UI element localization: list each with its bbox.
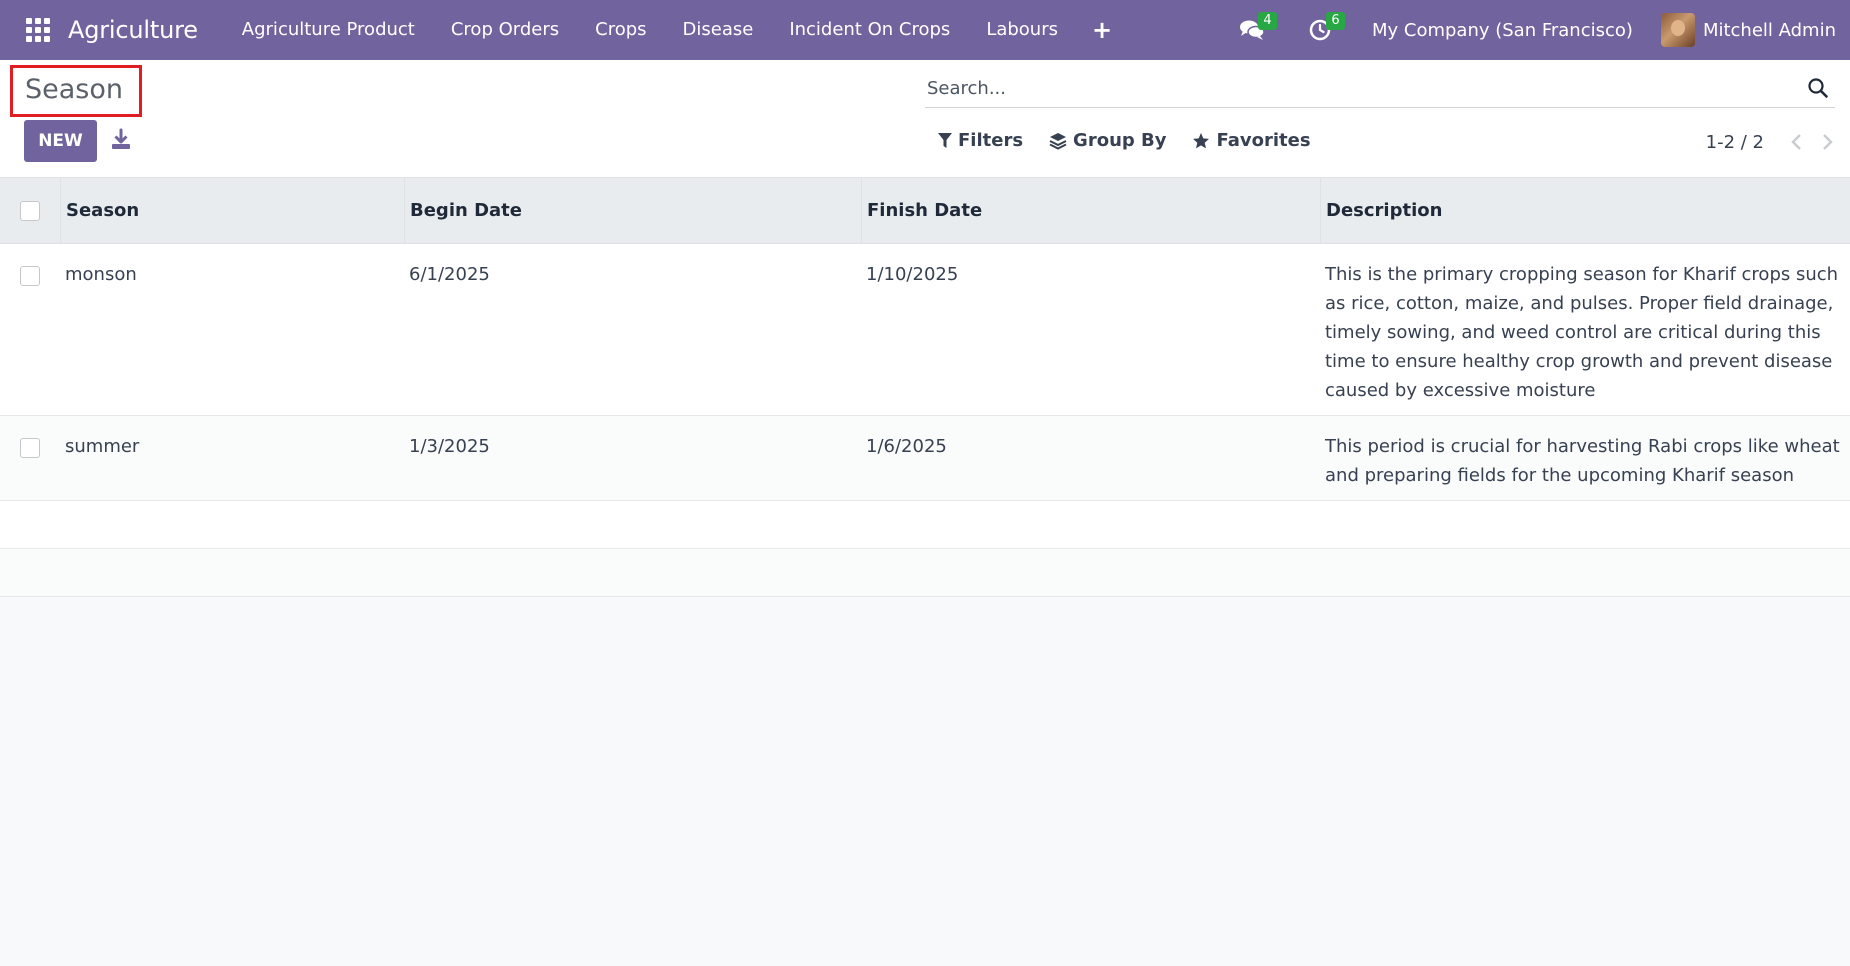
table-header: Season Begin Date Finish Date Descriptio… xyxy=(0,177,1850,244)
search-bar xyxy=(925,70,1835,108)
select-all-cell xyxy=(0,178,60,243)
cell-description: This is the primary cropping season for … xyxy=(1325,264,1839,401)
cell-season: summer xyxy=(65,436,140,457)
messages-button[interactable]: 4 xyxy=(1236,12,1277,46)
user-menu[interactable]: Mitchell Admin xyxy=(1660,13,1836,47)
menu-item-crops[interactable]: Crops xyxy=(577,0,664,60)
activities-button[interactable]: 6 xyxy=(1304,12,1345,46)
activities-badge: 6 xyxy=(1325,12,1345,30)
company-switcher[interactable]: My Company (San Francisco) xyxy=(1372,20,1633,41)
search-icon[interactable] xyxy=(1807,77,1829,99)
column-header-season[interactable]: Season xyxy=(60,177,404,244)
main-menu: Agriculture Product Crop Orders Crops Di… xyxy=(224,0,1128,60)
cell-season: monson xyxy=(65,264,137,285)
layers-icon xyxy=(1049,132,1067,150)
download-icon[interactable] xyxy=(110,128,132,152)
menu-item-agriculture-product[interactable]: Agriculture Product xyxy=(224,0,433,60)
favorites-label: Favorites xyxy=(1216,130,1311,151)
cell-begin-date: 6/1/2025 xyxy=(409,264,490,285)
pager-next-button[interactable] xyxy=(1818,128,1838,156)
filters-label: Filters xyxy=(958,130,1024,151)
menu-item-disease[interactable]: Disease xyxy=(665,0,772,60)
empty-row xyxy=(0,501,1850,549)
avatar xyxy=(1660,13,1695,47)
favorites-button[interactable]: Favorites xyxy=(1192,130,1311,151)
search-options: Filters Group By Favorites xyxy=(938,130,1337,151)
cell-description: This period is crucial for harvesting Ra… xyxy=(1325,436,1840,486)
row-select-cell xyxy=(0,416,60,458)
cell-finish-date: 1/10/2025 xyxy=(866,264,959,285)
top-navbar: Agriculture Agriculture Product Crop Ord… xyxy=(0,0,1850,60)
select-all-checkbox[interactable] xyxy=(20,200,40,221)
app-brand[interactable]: Agriculture xyxy=(68,16,198,44)
menu-item-incident-on-crops[interactable]: Incident On Crops xyxy=(771,0,968,60)
page-title: Season xyxy=(10,65,142,117)
menu-item-crop-orders[interactable]: Crop Orders xyxy=(433,0,577,60)
row-select-cell xyxy=(0,244,60,286)
pager-previous-button[interactable] xyxy=(1786,128,1806,156)
column-header-finish-date[interactable]: Finish Date xyxy=(861,177,1320,244)
filters-button[interactable]: Filters xyxy=(938,130,1023,151)
table-row[interactable]: monson 6/1/2025 1/10/2025 This is the pr… xyxy=(0,244,1850,416)
search-input[interactable] xyxy=(925,70,1775,106)
season-list-table: Season Begin Date Finish Date Descriptio… xyxy=(0,177,1850,597)
row-checkbox[interactable] xyxy=(20,266,40,286)
star-icon xyxy=(1193,132,1210,148)
table-body: monson 6/1/2025 1/10/2025 This is the pr… xyxy=(0,244,1850,597)
chevron-left-icon xyxy=(1791,134,1801,150)
table-row[interactable]: summer 1/3/2025 1/6/2025 This period is … xyxy=(0,416,1850,501)
apps-grid-icon[interactable] xyxy=(26,18,50,42)
column-header-description[interactable]: Description xyxy=(1320,177,1850,244)
pager: 1-2 / 2 xyxy=(1706,128,1850,156)
systray: 4 6 My Company (San Francisco) Mitchell … xyxy=(1236,0,1850,60)
column-header-begin-date[interactable]: Begin Date xyxy=(404,177,861,244)
empty-row xyxy=(0,549,1850,597)
messages-badge: 4 xyxy=(1257,12,1277,30)
filter-icon xyxy=(938,132,952,148)
cell-finish-date: 1/6/2025 xyxy=(866,436,947,457)
cell-begin-date: 1/3/2025 xyxy=(409,436,490,457)
new-button[interactable]: NEW xyxy=(24,120,97,162)
pager-value[interactable]: 1-2 / 2 xyxy=(1706,132,1764,153)
plus-icon[interactable]: + xyxy=(1076,0,1128,60)
user-name: Mitchell Admin xyxy=(1702,19,1836,41)
menu-item-labours[interactable]: Labours xyxy=(968,0,1076,60)
row-checkbox[interactable] xyxy=(20,438,40,458)
group-by-button[interactable]: Group By xyxy=(1049,130,1166,151)
control-panel: Season NEW Filters Group By xyxy=(0,60,1850,178)
group-by-label: Group By xyxy=(1073,130,1167,151)
chevron-right-icon xyxy=(1823,134,1833,150)
